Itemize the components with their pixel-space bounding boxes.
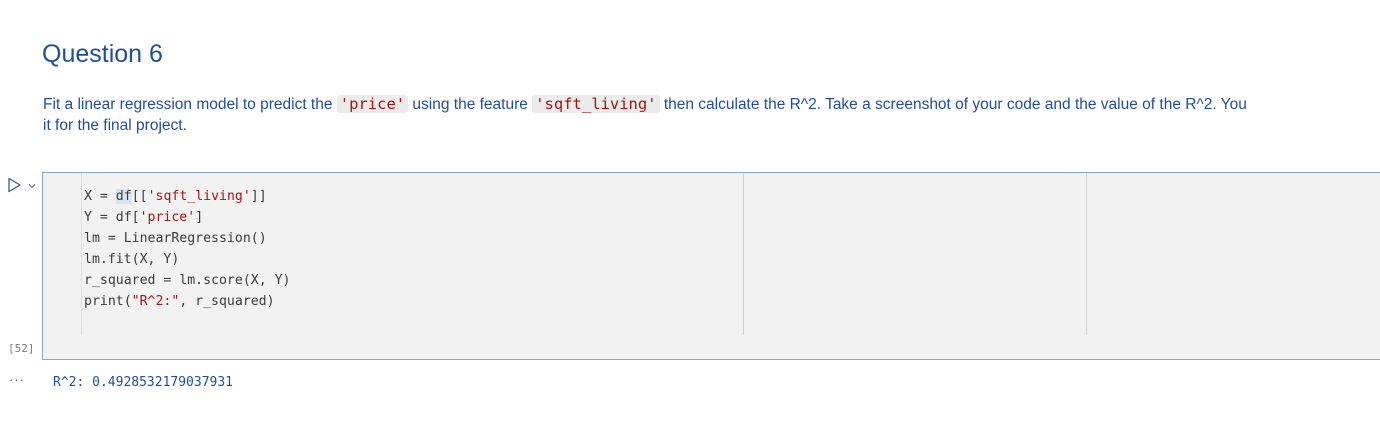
editor-ruler xyxy=(1086,173,1087,335)
code-editor[interactable]: X = df[['sqft_living']] Y = df['price'] … xyxy=(81,173,1380,335)
description-line-1: Fit a linear regression model to predict… xyxy=(43,94,1380,115)
code-line: print("R^2:", r_squared) xyxy=(84,294,275,309)
cell-output: R^2: 0.4928532179037931 xyxy=(53,375,234,390)
execute-options-button[interactable] xyxy=(26,179,38,191)
inline-code-sqft-living: 'sqft_living' xyxy=(532,95,660,113)
question-description: Fit a linear regression model to predict… xyxy=(43,94,1380,136)
code-line: lm.fit(X, Y) xyxy=(84,252,180,267)
description-text-3: then calculate the R^2. Take a screensho… xyxy=(659,96,1247,113)
question-heading: Question 6 xyxy=(42,40,163,68)
output-more-button[interactable]: ··· xyxy=(9,372,25,387)
chevron-down-icon xyxy=(28,184,36,189)
execution-count: [52] xyxy=(8,342,35,355)
editor-ruler xyxy=(743,173,744,335)
description-text-2: using the feature xyxy=(408,96,533,113)
code-cell[interactable]: X = df[['sqft_living']] Y = df['price'] … xyxy=(42,172,1380,360)
description-text-1: Fit a linear regression model to predict… xyxy=(43,96,337,113)
description-line-2: it for the final project. xyxy=(43,117,187,134)
code-line: lm = LinearRegression() xyxy=(84,231,267,246)
inline-code-price: 'price' xyxy=(336,95,409,113)
run-cell-button[interactable] xyxy=(6,177,22,193)
code-line: Y = df['price'] xyxy=(84,210,204,225)
code-content[interactable]: X = df[['sqft_living']] Y = df['price'] … xyxy=(84,186,290,312)
code-line: X = df[['sqft_living']] xyxy=(84,189,267,204)
code-line: r_squared = lm.score(X, Y) xyxy=(84,273,291,288)
play-icon xyxy=(8,177,21,193)
